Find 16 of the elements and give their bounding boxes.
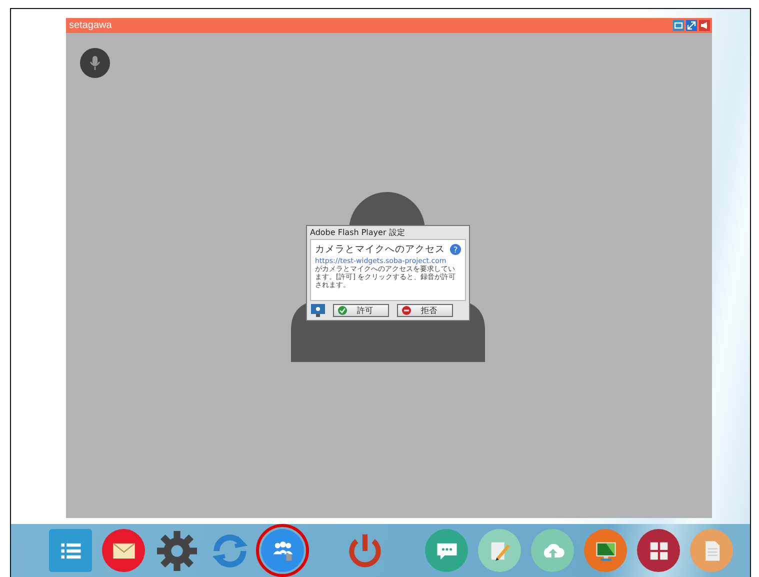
window-title: setagawa: [69, 20, 112, 31]
check-icon: [338, 306, 347, 315]
no-entry-icon: [402, 306, 411, 315]
settings-icon: [156, 530, 196, 570]
help-icon[interactable]: ?: [450, 244, 461, 255]
window-icon[interactable]: [673, 20, 684, 31]
megaphone-icon[interactable]: [699, 20, 710, 31]
dialog-title: Adobe Flash Player 設定: [309, 227, 406, 239]
allow-button[interactable]: 許可: [333, 304, 389, 317]
microphone-icon: [88, 55, 102, 71]
fullscreen-icon[interactable]: [686, 20, 697, 31]
dialog-heading: カメラとマイクへのアクセス: [315, 243, 445, 256]
people-button[interactable]: [256, 524, 309, 577]
deny-button[interactable]: 拒否: [397, 304, 453, 317]
microphone-button[interactable]: [80, 48, 110, 78]
monitor-icon[interactable]: [311, 304, 325, 317]
